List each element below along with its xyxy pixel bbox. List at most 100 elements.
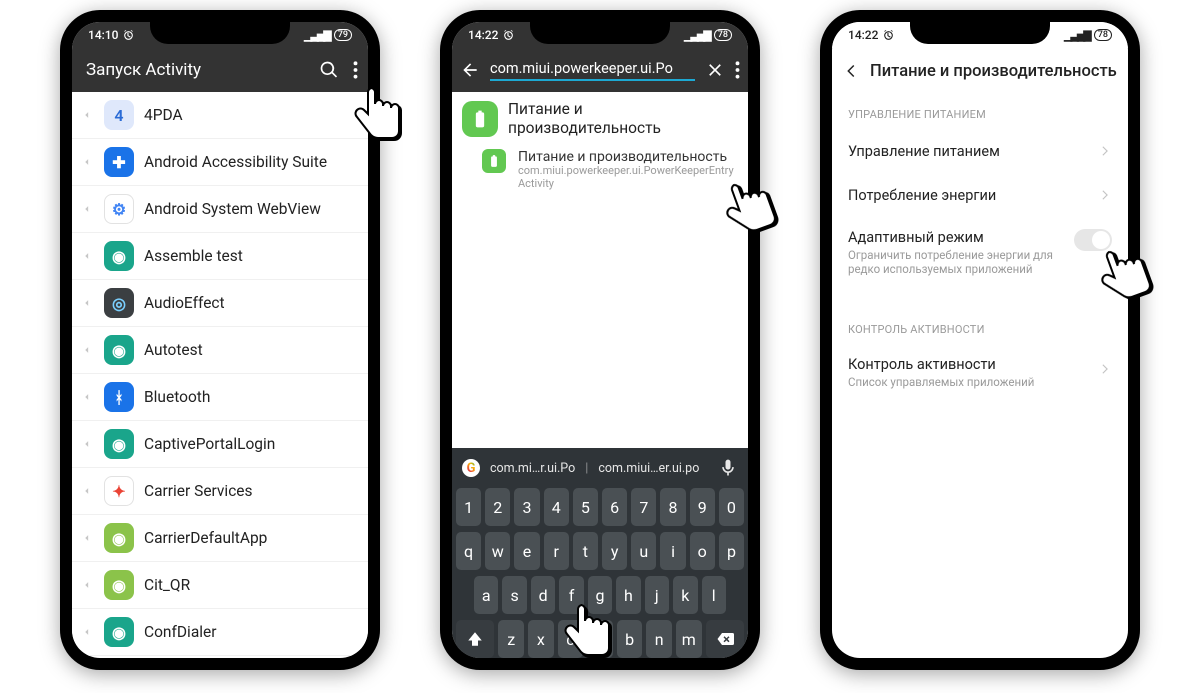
key-0[interactable]: 0 [719, 488, 744, 526]
phone-2: 14:22 ▁▃▅▇ 78 com.miui.powerkeeper.ui.Po [440, 10, 760, 670]
result-app-title: Питание и производительность [508, 100, 738, 137]
app-row[interactable]: ◉ConfDialer [72, 609, 368, 656]
key-d[interactable]: d [531, 576, 555, 614]
suggestion-2[interactable]: com.miui…er.ui.po [598, 461, 699, 476]
key-m[interactable]: m [676, 620, 702, 658]
battery-icon: 79 [334, 29, 352, 41]
key-z[interactable]: z [498, 620, 524, 658]
battery-icon: 78 [1094, 29, 1112, 41]
app-icon: ◉ [104, 617, 134, 647]
settings-header: Питание и производительность [832, 48, 1128, 94]
app-row[interactable]: ✚Android Accessibility Suite [72, 139, 368, 186]
status-time: 14:22 [468, 28, 498, 42]
app-row[interactable]: 44PDA [72, 92, 368, 139]
result-activity[interactable]: Питание и производительность com.miui.po… [452, 145, 748, 194]
key-7[interactable]: 7 [631, 488, 656, 526]
battery-icon [462, 101, 498, 137]
back-icon[interactable] [842, 62, 860, 80]
app-row[interactable]: ◉ CarrierDefaultApp [72, 515, 368, 562]
app-name: Bluetooth [144, 388, 210, 406]
key-e[interactable]: e [514, 532, 539, 570]
pointer-cursor-icon [350, 78, 414, 146]
key-w[interactable]: w [485, 532, 510, 570]
app-name: Assemble test [144, 247, 243, 265]
key-n[interactable]: n [646, 620, 672, 658]
key-8[interactable]: 8 [660, 488, 685, 526]
result-activity-title: Питание и производительность [518, 149, 738, 165]
app-icon: ⚙ [104, 194, 134, 224]
google-icon[interactable]: G [462, 459, 480, 477]
app-row[interactable]: ◉Cit_QR [72, 562, 368, 609]
setting-activity-control[interactable]: Контроль активности Список управляемых п… [832, 344, 1128, 401]
app-row[interactable]: ⚙Android System WebView [72, 186, 368, 233]
key-x[interactable]: x [528, 620, 554, 658]
key-i[interactable]: i [660, 532, 685, 570]
app-icon: ✦ [104, 476, 134, 506]
key-k[interactable]: k [673, 576, 697, 614]
key-r[interactable]: r [544, 532, 569, 570]
app-icon: ✚ [104, 147, 134, 177]
app-list: 44PDA✚Android Accessibility Suite⚙Androi… [72, 92, 368, 656]
key-4[interactable]: 4 [544, 488, 569, 526]
setting-sublabel: Список управляемых приложений [848, 375, 1098, 389]
setting-sublabel: Ограничить потребление энергии для редко… [848, 248, 1064, 277]
notch [530, 22, 670, 44]
app-row[interactable]: ◉CaptivePortalLogin [72, 421, 368, 468]
clear-icon[interactable] [705, 60, 725, 80]
overflow-menu-icon[interactable] [353, 60, 358, 80]
key-y[interactable]: y [602, 532, 627, 570]
overflow-menu-icon[interactable] [735, 60, 740, 80]
suggestion-1[interactable]: com.mi…r.ui.Po [490, 461, 575, 476]
key-6[interactable]: 6 [602, 488, 627, 526]
key-o[interactable]: o [690, 532, 715, 570]
key-t[interactable]: t [573, 532, 598, 570]
setting-power-management[interactable]: Управление питанием [832, 129, 1128, 173]
status-time: 14:10 [88, 28, 118, 42]
app-name: CarrierDefaultApp [144, 529, 267, 547]
key-shift[interactable] [456, 620, 494, 658]
result-app[interactable]: Питание и производительность [452, 92, 748, 145]
expand-icon [80, 249, 94, 263]
chevron-right-icon [1098, 362, 1112, 376]
setting-energy-usage[interactable]: Потребление энергии [832, 173, 1128, 217]
app-row[interactable]: ᚼBluetooth [72, 374, 368, 421]
app-name: 4PDA [144, 106, 183, 124]
key-u[interactable]: u [631, 532, 656, 570]
expand-icon [80, 578, 94, 592]
alarm-icon [122, 29, 135, 42]
app-name: Cit_QR [144, 576, 190, 594]
key-3[interactable]: 3 [514, 488, 539, 526]
app-icon: ◎ [104, 288, 134, 318]
key-s[interactable]: s [502, 576, 526, 614]
app-row[interactable]: ✦Carrier Services [72, 468, 368, 515]
section-header: УПРАВЛЕНИЕ ПИТАНИЕМ [832, 94, 1128, 129]
back-icon[interactable] [460, 60, 480, 80]
key-j[interactable]: j [645, 576, 669, 614]
expand-icon [80, 108, 94, 122]
key-a[interactable]: a [474, 576, 498, 614]
mic-icon[interactable] [718, 458, 738, 478]
setting-adaptive-mode[interactable]: Адаптивный режим Ограничить потребление … [832, 217, 1128, 289]
app-row[interactable]: ◉Autotest [72, 327, 368, 374]
key-9[interactable]: 9 [690, 488, 715, 526]
section-header: КОНТРОЛЬ АКТИВНОСТИ [832, 309, 1128, 344]
result-activity-package: com.miui.powerkeeper.ui.PowerKeeperEntry… [518, 165, 738, 190]
app-row[interactable]: ◎AudioEffect [72, 280, 368, 327]
key-5[interactable]: 5 [573, 488, 598, 526]
search-input[interactable]: com.miui.powerkeeper.ui.Po [490, 60, 695, 81]
pointer-cursor-icon [560, 595, 624, 663]
expand-icon [80, 625, 94, 639]
key-q[interactable]: q [456, 532, 481, 570]
key-p[interactable]: p [719, 532, 744, 570]
status-time: 14:22 [848, 28, 878, 42]
battery-icon: 78 [714, 29, 732, 41]
app-icon: ◉ [104, 523, 134, 553]
key-1[interactable]: 1 [456, 488, 481, 526]
app-row[interactable]: ◉Assemble test [72, 233, 368, 280]
key-l[interactable]: l [702, 576, 726, 614]
chevron-right-icon [1098, 188, 1112, 202]
key-backspace[interactable] [706, 620, 744, 658]
key-2[interactable]: 2 [485, 488, 510, 526]
search-icon[interactable] [319, 60, 339, 80]
notch [910, 22, 1050, 44]
